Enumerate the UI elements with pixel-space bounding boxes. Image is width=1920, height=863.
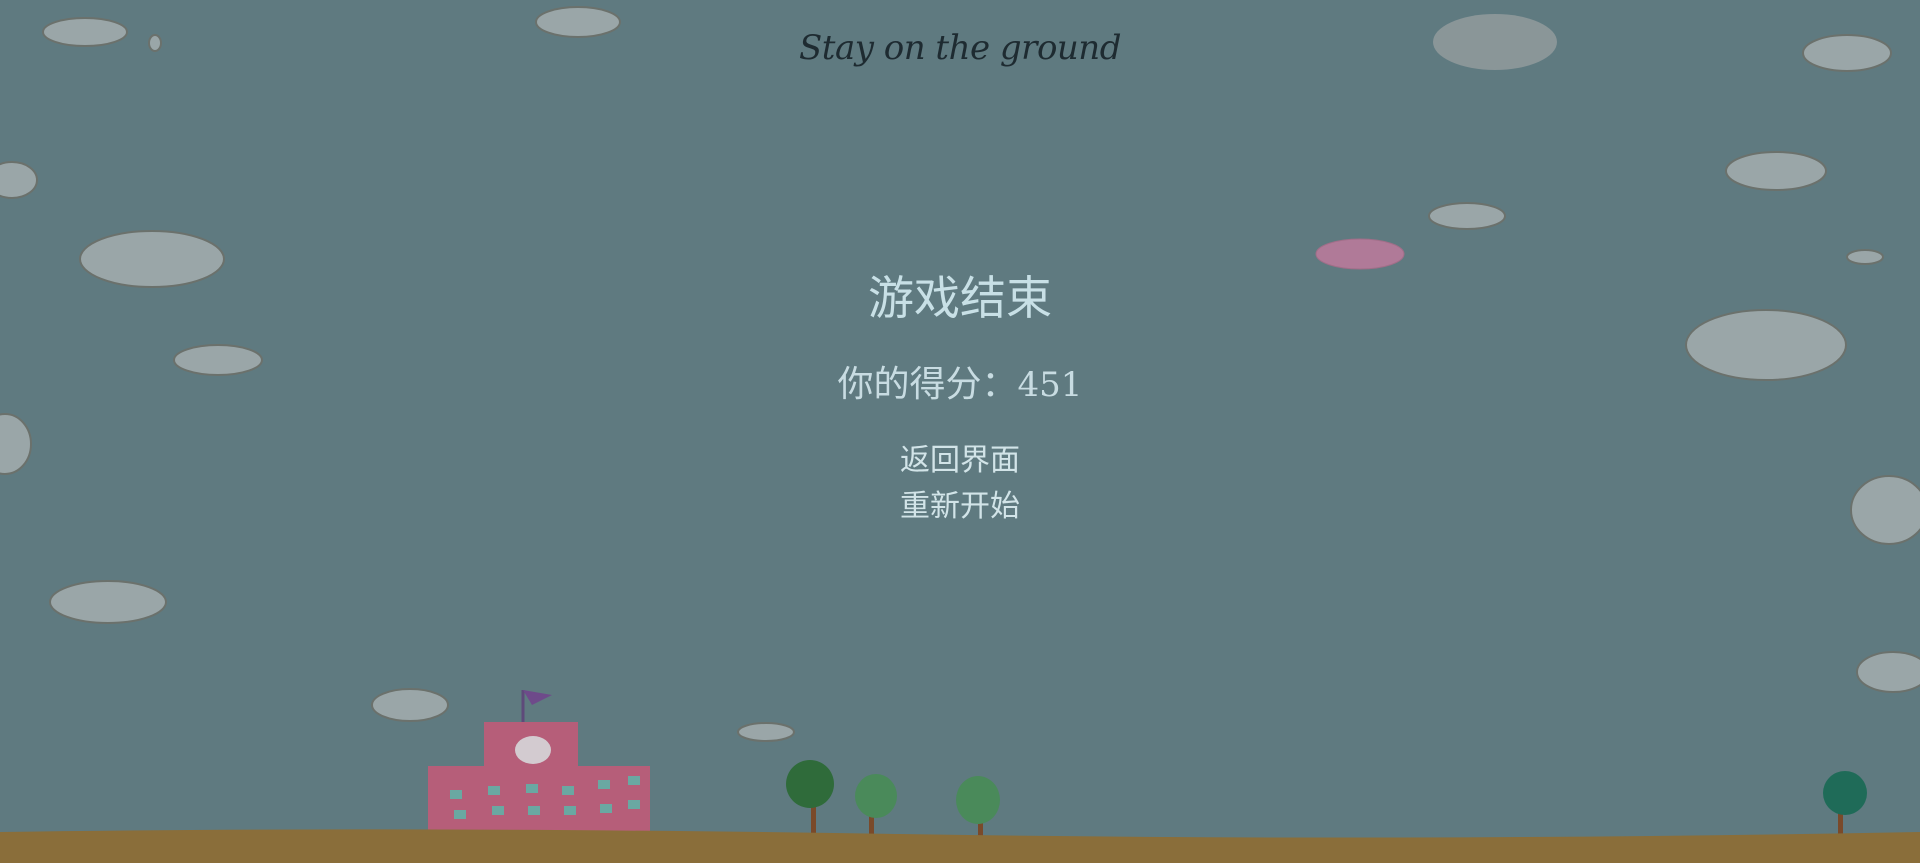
restart-button[interactable]: 重新开始: [860, 481, 1060, 525]
score-line: 你的得分：451: [0, 355, 1920, 407]
score-label: 你的得分：: [837, 364, 1018, 405]
ground: [0, 829, 1920, 863]
game-title: Stay on the ground: [799, 28, 1121, 68]
back-to-menu-button[interactable]: 返回界面: [860, 435, 1060, 479]
school-building: [428, 690, 650, 836]
game-background: [0, 6, 1920, 863]
game-over-heading: 游戏结束: [868, 271, 1052, 325]
score-value: 451: [1017, 365, 1083, 405]
tree-decoration: [786, 760, 1867, 840]
